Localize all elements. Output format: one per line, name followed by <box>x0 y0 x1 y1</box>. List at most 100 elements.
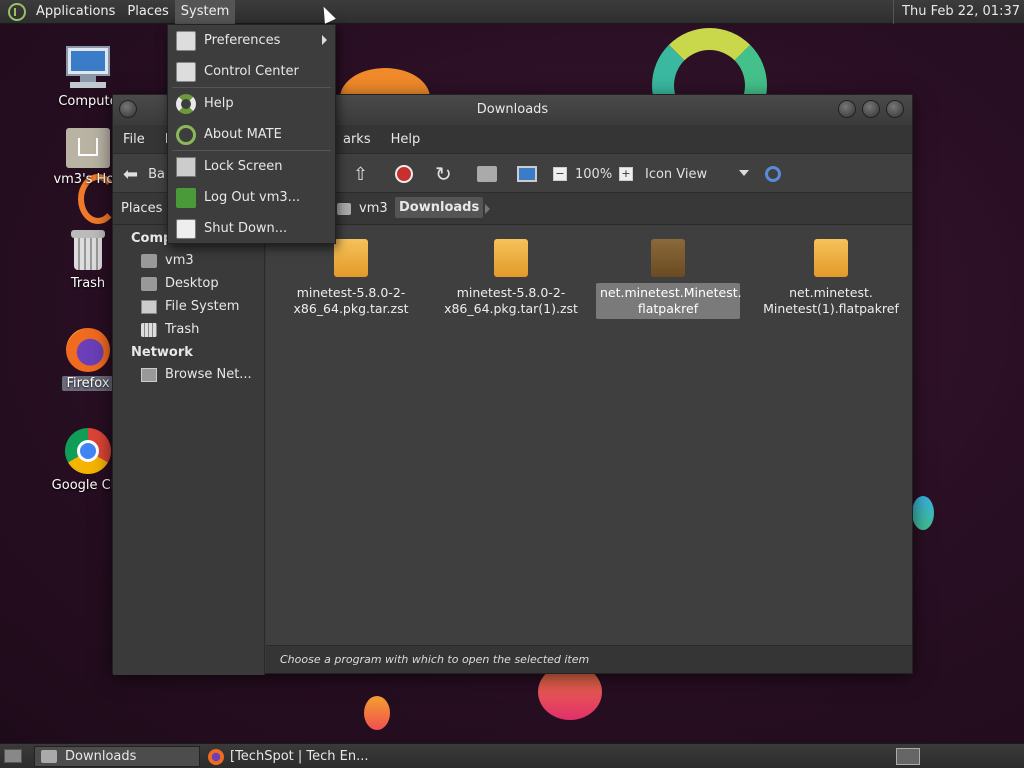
up-arrow-icon: ⇧ <box>353 163 369 185</box>
crumb-next-arrow-icon[interactable] <box>485 204 490 214</box>
task-label: [TechSpot | Tech En... <box>230 749 369 764</box>
preferences-icon <box>176 30 196 51</box>
stop-icon <box>395 165 413 183</box>
sidebar: Compute vm3 Desktop File System Trash Ne… <box>113 225 265 675</box>
file-name: minetest-5.8.0-2- x86_64.pkg.tar(1).zst <box>444 285 578 316</box>
sidebar-item-vm3[interactable]: vm3 <box>113 249 264 272</box>
menu-help[interactable]: Help <box>381 132 431 147</box>
file-item[interactable]: net.minetest. Minetest(1).flatpakref <box>756 239 906 319</box>
chrome-icon <box>65 428 111 474</box>
search-icon <box>765 166 781 182</box>
computer-icon <box>64 46 112 90</box>
file-item[interactable]: minetest-5.8.0-2- x86_64.pkg.tar.zst <box>276 239 426 319</box>
menu-item-log-out[interactable]: Log Out vm3... <box>168 182 335 213</box>
menu-item-preferences[interactable]: Preferences <box>168 25 335 56</box>
lock-screen-icon <box>176 156 196 177</box>
system-menu-button[interactable]: System <box>174 0 236 24</box>
top-panel: Applications Places System Thu Feb 22, 0… <box>0 0 1024 24</box>
file-name: net.minetest.Minetest. flatpakref <box>596 283 742 319</box>
menu-bookmarks[interactable]: arks <box>333 132 381 147</box>
back-arrow-icon: ⬅ <box>123 163 139 185</box>
decor-blob-orange-small <box>364 696 390 730</box>
home-folder-icon <box>141 253 157 268</box>
sidebar-item-trash[interactable]: Trash <box>113 318 264 341</box>
zoom-in-button[interactable]: + <box>619 162 633 186</box>
file-item[interactable]: minetest-5.8.0-2- x86_64.pkg.tar(1).zst <box>436 239 586 319</box>
task-label: Downloads <box>65 749 137 764</box>
mate-logo-icon[interactable] <box>8 2 26 21</box>
view-mode-select[interactable]: Icon View <box>645 162 749 186</box>
log-out-icon <box>176 187 196 208</box>
package-icon <box>814 239 848 277</box>
bottom-panel: Downloads [TechSpot | Tech En... <box>0 743 1024 768</box>
zoom-out-button[interactable]: − <box>553 162 567 186</box>
view-mode-value: Icon View <box>645 166 708 182</box>
firefox-icon <box>208 748 224 765</box>
menu-item-label: Help <box>204 96 234 111</box>
menu-item-shut-down[interactable]: Shut Down... <box>168 213 335 244</box>
taskbar-item-firefox[interactable]: [TechSpot | Tech En... <box>202 746 378 767</box>
package-icon <box>494 239 528 277</box>
file-view[interactable]: minetest-5.8.0-2- x86_64.pkg.tar.zst mine… <box>266 225 912 645</box>
menu-item-label: Preferences <box>204 33 281 48</box>
file-item-selected[interactable]: net.minetest.Minetest. flatpakref <box>596 239 742 319</box>
minimize-button[interactable] <box>838 100 856 118</box>
desktop-folder-icon <box>141 276 157 291</box>
sidebar-heading-network: Network <box>131 345 193 360</box>
file-name: minetest-5.8.0-2- x86_64.pkg.tar.zst <box>293 285 409 316</box>
sidebar-item-label: vm3 <box>165 253 194 268</box>
sidebar-item-label: Browse Net... <box>165 367 252 382</box>
back-label: Ba <box>148 166 165 182</box>
menu-item-lock-screen[interactable]: Lock Screen <box>168 151 335 182</box>
back-button[interactable]: ⬅ Ba <box>123 162 165 186</box>
places-menu[interactable]: Places <box>121 0 174 24</box>
maximize-button[interactable] <box>862 100 880 118</box>
crumb-vm3[interactable]: vm3 <box>359 201 388 216</box>
reload-button[interactable]: ↻ <box>435 162 452 186</box>
menu-item-control-center[interactable]: Control Center <box>168 56 335 87</box>
sidebar-item-label: Desktop <box>165 276 219 291</box>
chevron-down-icon <box>739 170 749 176</box>
stop-button[interactable] <box>395 162 413 186</box>
close-button[interactable] <box>886 100 904 118</box>
sidebar-item-filesystem[interactable]: File System <box>113 295 264 318</box>
computer-button[interactable] <box>517 162 537 186</box>
folder-icon <box>41 750 57 763</box>
search-button[interactable] <box>765 162 781 186</box>
drive-icon <box>141 299 157 314</box>
menu-item-help[interactable]: Help <box>168 88 335 119</box>
zoom-level[interactable]: 100% <box>575 162 612 186</box>
home-icon <box>477 166 497 182</box>
window-menu-button[interactable] <box>119 100 137 118</box>
up-button[interactable]: ⇧ <box>353 162 368 186</box>
control-center-icon <box>176 61 196 82</box>
menu-item-label: Shut Down... <box>204 221 288 236</box>
places-toggle[interactable]: Places <box>121 201 162 216</box>
network-icon <box>141 367 157 382</box>
help-lifebuoy-icon <box>176 93 196 114</box>
decor-blob-blue <box>912 496 934 530</box>
home-folder-icon <box>66 128 110 168</box>
desktop-icon-label: Firefox <box>62 376 114 391</box>
trash-icon <box>141 322 157 337</box>
applications-menu[interactable]: Applications <box>30 0 121 24</box>
menu-item-about-mate[interactable]: About MATE <box>168 119 335 150</box>
window-title: Downloads <box>476 102 549 117</box>
workspace-switcher[interactable] <box>896 748 920 765</box>
shut-down-icon <box>176 218 196 239</box>
reload-icon: ↻ <box>435 162 452 186</box>
mate-logo-icon <box>176 124 196 145</box>
submenu-arrow-icon <box>322 35 327 45</box>
show-desktop-icon[interactable] <box>4 749 22 763</box>
home-button[interactable] <box>477 162 497 186</box>
taskbar-item-downloads[interactable]: Downloads <box>34 746 200 767</box>
crumb-downloads[interactable]: Downloads <box>395 197 484 218</box>
system-menu: Preferences Control Center Help About MA… <box>167 24 336 244</box>
clock[interactable]: Thu Feb 22, 01:37 <box>893 0 1020 24</box>
sidebar-item-desktop[interactable]: Desktop <box>113 272 264 295</box>
computer-icon <box>517 166 537 182</box>
sidebar-item-browse-network[interactable]: Browse Net... <box>113 363 264 386</box>
path-home-icon <box>337 203 351 215</box>
menu-file[interactable]: File <box>113 132 155 147</box>
package-icon <box>651 239 685 277</box>
